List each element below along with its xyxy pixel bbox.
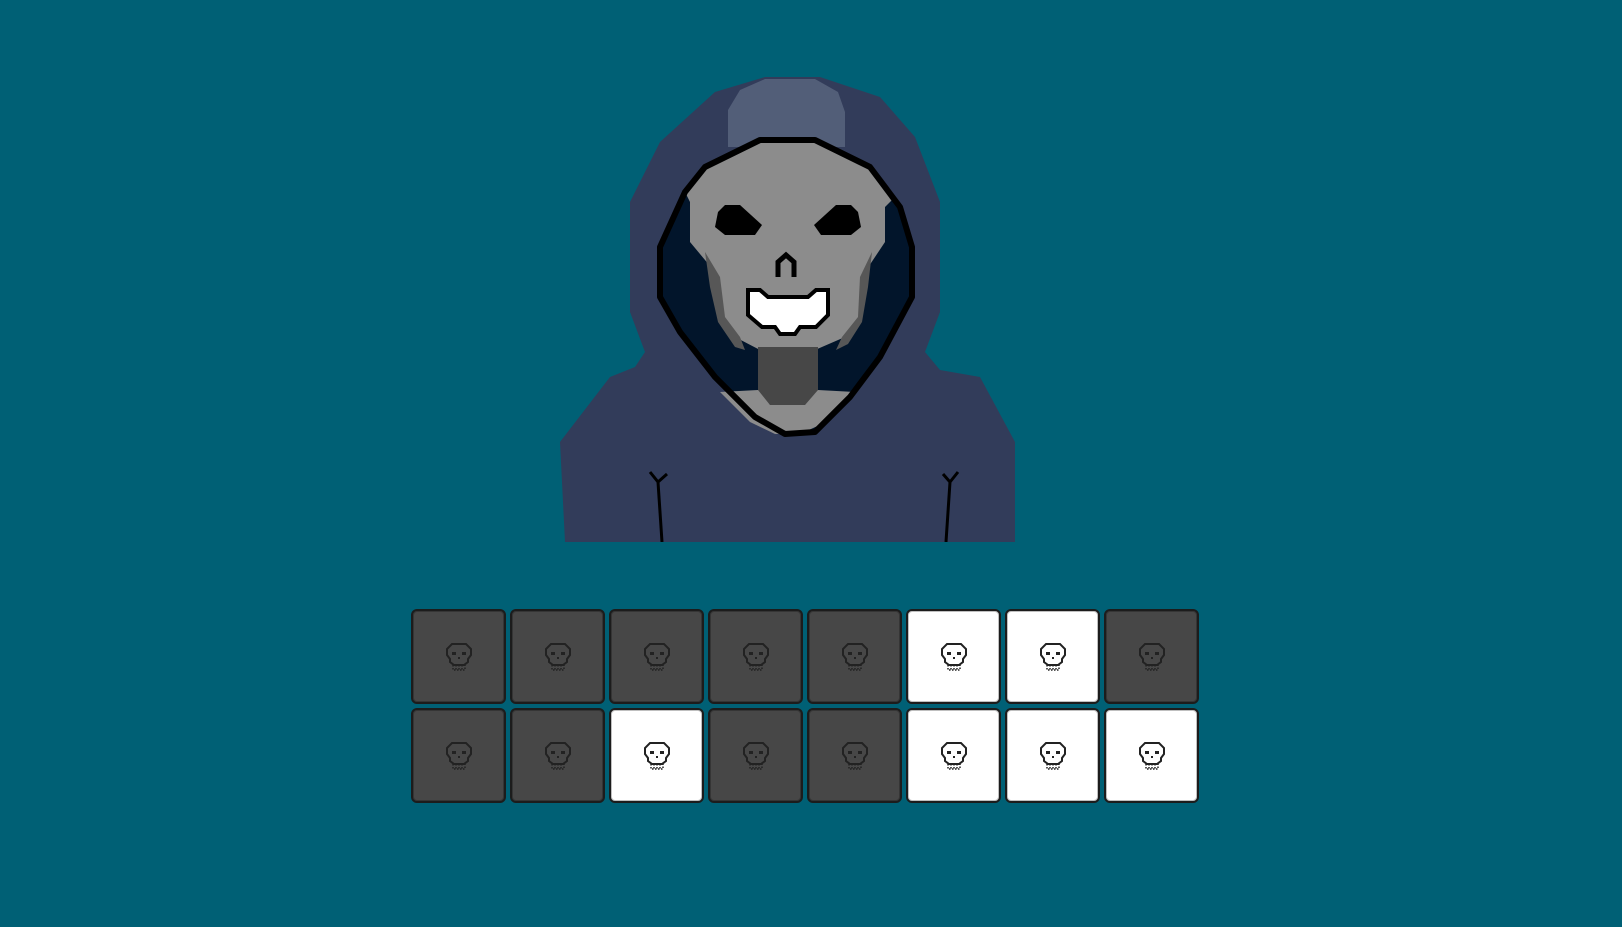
hood-highlight (728, 79, 845, 147)
skull-icon (544, 642, 571, 671)
skull-icon (445, 741, 472, 770)
game-stage (0, 0, 1622, 927)
skull-icon (742, 642, 769, 671)
skull-icon (643, 642, 670, 671)
hooded-skull-reaper (560, 77, 1015, 542)
skull-tile[interactable] (1005, 708, 1100, 803)
skull-icon (742, 741, 769, 770)
skull-tile[interactable] (510, 609, 605, 704)
teeth (746, 288, 830, 336)
skull-icon (940, 741, 967, 770)
skull-icon (1039, 741, 1066, 770)
skull-tile[interactable] (1104, 609, 1199, 704)
skull-tile[interactable] (906, 708, 1001, 803)
skull-tile[interactable] (708, 609, 803, 704)
skull-tile[interactable] (708, 708, 803, 803)
skull-tile[interactable] (510, 708, 605, 803)
skull-tile[interactable] (807, 708, 902, 803)
skull-icon (643, 741, 670, 770)
skull-icon (1039, 642, 1066, 671)
skull-icon (841, 741, 868, 770)
skull-tile[interactable] (609, 609, 704, 704)
skull-icon (445, 642, 472, 671)
skull-tile[interactable] (411, 708, 506, 803)
skull-icon (841, 642, 868, 671)
skull-tile[interactable] (906, 609, 1001, 704)
neck (758, 347, 818, 405)
skull-icon (1138, 741, 1165, 770)
skull-tile[interactable] (411, 609, 506, 704)
skull-tile[interactable] (1005, 609, 1100, 704)
skull-icon (544, 741, 571, 770)
skull-tile[interactable] (609, 708, 704, 803)
skull-tile[interactable] (1104, 708, 1199, 803)
skull-icon (1138, 642, 1165, 671)
skull-tile-grid (411, 609, 1199, 803)
skull-icon (940, 642, 967, 671)
skull-tile[interactable] (807, 609, 902, 704)
